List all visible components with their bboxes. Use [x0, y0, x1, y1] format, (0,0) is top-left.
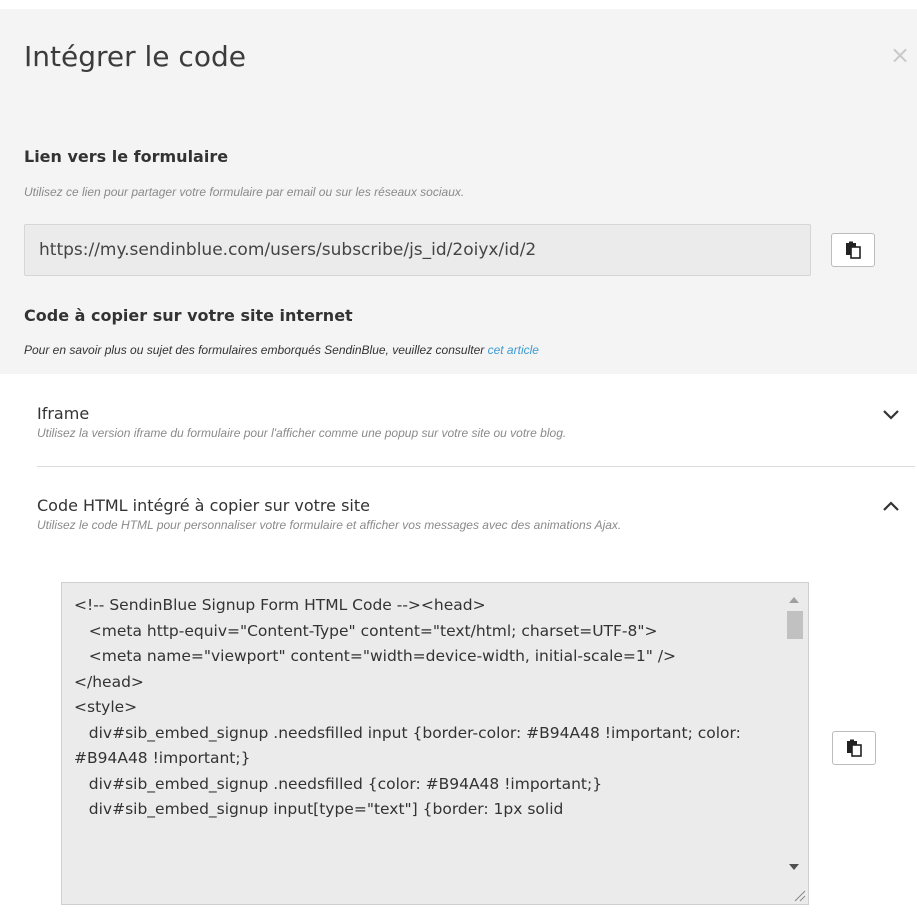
clipboard-icon: [846, 241, 861, 259]
accordion-divider: [37, 466, 915, 467]
accordion-description-iframe: Utilisez la version iframe du formulaire…: [37, 426, 567, 440]
html-code-textarea[interactable]: <!-- SendinBlue Signup Form HTML Code --…: [61, 582, 809, 905]
form-link-description: Utilisez ce lien pour partager votre for…: [24, 185, 465, 199]
close-icon[interactable]: ×: [890, 41, 910, 69]
accordion-title-iframe: Iframe: [37, 404, 90, 423]
copy-html-code-button[interactable]: [832, 731, 876, 765]
site-code-description-text: Pour en savoir plus ou sujet des formula…: [24, 343, 488, 357]
accordion-title-html-code: Code HTML intégré à copier sur votre sit…: [37, 496, 370, 515]
chevron-down-icon[interactable]: [880, 406, 902, 422]
chevron-up-icon[interactable]: [880, 498, 902, 514]
scroll-thumb[interactable]: [787, 611, 803, 639]
code-scrollbar[interactable]: [782, 583, 808, 904]
form-link-url-field[interactable]: https://my.sendinblue.com/users/subscrib…: [24, 224, 811, 276]
form-link-title: Lien vers le formulaire: [24, 147, 229, 166]
modal-title: Intégrer le code: [24, 40, 246, 73]
accordion-description-html-code: Utilisez le code HTML pour personnaliser…: [37, 518, 622, 532]
resize-grip-icon[interactable]: [792, 888, 806, 902]
site-code-title: Code à copier sur votre site internet: [24, 306, 353, 325]
article-link[interactable]: cet article: [488, 343, 539, 357]
copy-link-button[interactable]: [831, 233, 875, 267]
accordion-item-iframe[interactable]: Iframe Utilisez la version iframe du for…: [37, 404, 917, 440]
clipboard-icon: [847, 739, 862, 757]
site-code-description: Pour en savoir plus ou sujet des formula…: [24, 343, 539, 357]
accordion-item-html-code[interactable]: Code HTML intégré à copier sur votre sit…: [37, 496, 917, 532]
scroll-up-arrow-icon[interactable]: [789, 597, 799, 603]
html-code-content: <!-- SendinBlue Signup Form HTML Code --…: [74, 596, 741, 818]
scroll-down-arrow-icon[interactable]: [789, 864, 799, 870]
